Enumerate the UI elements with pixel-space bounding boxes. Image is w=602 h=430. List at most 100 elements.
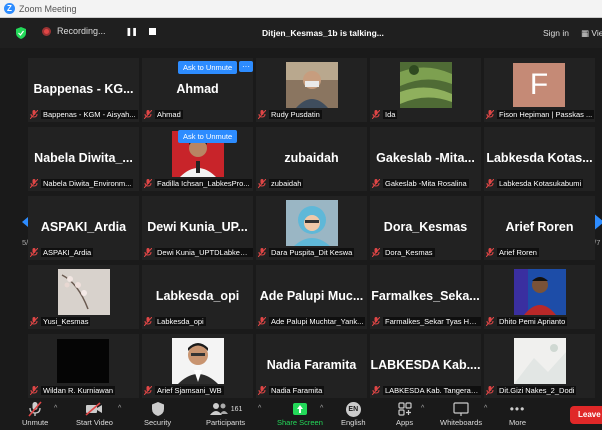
start-video-label: Start Video <box>76 418 113 427</box>
participant-tile[interactable]: Ask to Unmute Fadilla Ichsan_LabkesPro... <box>142 127 253 191</box>
more-options-button[interactable]: ··· <box>239 61 253 72</box>
participant-name: Bappenas - KGM - Aisyah... <box>41 109 138 119</box>
security-button[interactable]: Security <box>144 400 171 427</box>
participant-display-name: Labkesda_opi <box>155 289 240 303</box>
language-button[interactable]: EN English <box>341 400 366 427</box>
whiteboards-button[interactable]: Whiteboards <box>440 400 482 427</box>
language-code: EN <box>348 405 359 413</box>
participant-video <box>285 62 338 108</box>
participant-name: Labkesda Kotasukabumi <box>497 178 584 188</box>
participant-name: Arief Sjamsani_WB <box>155 385 224 395</box>
share-screen-icon <box>292 403 307 415</box>
participant-tile[interactable]: Bappenas - KG... Bappenas - KGM - Aisyah.… <box>28 58 139 122</box>
window-titlebar: Z Zoom Meeting <box>0 0 602 18</box>
participant-name: Nabela Diwita_Environm... <box>41 178 134 188</box>
audio-options-caret-icon[interactable]: ^ <box>54 405 57 412</box>
ask-to-unmute-button[interactable]: Ask to Unmute <box>178 130 238 143</box>
muted-mic-icon <box>144 109 152 119</box>
participants-options-caret-icon[interactable]: ^ <box>258 405 261 412</box>
muted-mic-icon <box>486 247 494 257</box>
participant-name: Dit.Gizi Nakes_2_Dodi <box>497 385 577 395</box>
participants-label: Participants <box>206 418 246 427</box>
participant-tile[interactable]: Rudy Pusdatin <box>256 58 367 122</box>
participant-tile[interactable]: Arief Roren Arief Roren <box>484 196 595 260</box>
participant-tile[interactable]: Ade Palupi Muc... Ade Palupi Muchtar_Yank… <box>256 265 367 329</box>
muted-mic-icon <box>258 385 266 395</box>
apps-button[interactable]: Apps <box>396 400 413 427</box>
whiteboard-icon <box>453 402 469 416</box>
leave-button[interactable]: Leave <box>570 406 602 424</box>
participant-display-name: Bappenas - KG... <box>33 82 134 96</box>
share-screen-label: Share Screen <box>277 418 323 427</box>
muted-mic-icon <box>144 247 152 257</box>
participant-display-name: LABKESDA Kab.... <box>370 358 481 372</box>
participant-name-bar: LABKESDA Kab. Tangerang <box>370 384 481 396</box>
muted-mic-icon <box>144 316 152 326</box>
participant-tile[interactable]: Nadia Faramita Nadia Faramita <box>256 334 367 398</box>
participant-name-bar: Rudy Pusdatin <box>256 108 367 120</box>
participant-name-bar: Arief Sjamsani_WB <box>142 384 253 396</box>
unmute-button[interactable]: Unmute <box>22 400 48 427</box>
participant-tile[interactable]: Farmalkes_Seka... Farmalkes_Sekar Tyas Hu… <box>370 265 481 329</box>
participant-name: Arief Roren <box>497 247 539 257</box>
participant-tile[interactable]: Dit.Gizi Nakes_2_Dodi <box>484 334 595 398</box>
zoom-logo-icon: Z <box>4 3 15 14</box>
participant-tile[interactable]: Wildan R. Kurniawan <box>28 334 139 398</box>
share-options-caret-icon[interactable]: ^ <box>320 405 323 412</box>
ask-to-unmute-button[interactable]: Ask to Unmute <box>178 61 238 74</box>
participant-tile[interactable]: Dewi Kunia_UP... Dewi Kunia_UPTDLabkes_..… <box>142 196 253 260</box>
participant-tile[interactable]: Ask to Unmute ··· Ahmad Ahmad <box>142 58 253 122</box>
participant-tile[interactable]: Dara Puspita_Dit Keswa <box>256 196 367 260</box>
unmute-label: Unmute <box>22 418 49 427</box>
participant-name: Dewi Kunia_UPTDLabkes_... <box>155 247 253 257</box>
participant-name-bar: Labkesda_opi <box>142 315 253 327</box>
participant-name-bar: Dhito Pemi Aprianto <box>484 315 595 327</box>
participants-button[interactable]: 161 Participants <box>206 400 245 427</box>
participant-tile[interactable]: Labkesda_opi Labkesda_opi <box>142 265 253 329</box>
participant-display-name: zubaidah <box>284 151 339 165</box>
participant-tile[interactable]: Arief Sjamsani_WB <box>142 334 253 398</box>
participant-video <box>513 269 566 315</box>
shield-icon[interactable] <box>16 27 26 39</box>
recording-indicator: Recording... ❚❚ <box>42 26 156 36</box>
participant-name: Ida <box>383 109 398 119</box>
participant-tile[interactable]: Gakeslab -Mita... Gakeslab -Mita Rosalina <box>370 127 481 191</box>
stop-recording-icon[interactable] <box>148 27 156 35</box>
participant-tile[interactable]: ASPAKI_Ardia ASPAKI_Ardia <box>28 196 139 260</box>
meeting-topbar: Recording... ❚❚ Ditjen_Kesmas_1b is talk… <box>0 18 602 48</box>
start-video-button[interactable]: Start Video <box>76 400 113 427</box>
participant-name-bar: Farmalkes_Sekar Tyas Hut... <box>370 315 481 327</box>
participant-tile[interactable]: Dora_Kesmas Dora_Kesmas <box>370 196 481 260</box>
more-button[interactable]: ••• More <box>509 400 526 427</box>
apps-options-caret-icon[interactable]: ^ <box>421 405 424 412</box>
muted-mic-icon <box>372 247 380 257</box>
participant-name-bar: Ida <box>370 108 481 120</box>
participant-name: Dhito Pemi Aprianto <box>497 316 568 326</box>
share-screen-button[interactable]: Share Screen <box>277 400 323 427</box>
participant-video <box>399 62 452 108</box>
participant-name-bar: Arief Roren <box>484 246 595 258</box>
participant-display-name: Dora_Kesmas <box>383 220 468 234</box>
participant-video <box>57 269 110 315</box>
muted-mic-icon <box>486 109 494 119</box>
sign-in-link[interactable]: Sign in <box>543 28 569 38</box>
window-title: Zoom Meeting <box>19 3 77 14</box>
participant-tile[interactable]: Dhito Pemi Aprianto <box>484 265 595 329</box>
participant-name: Fison Hepiman | Passkas ... <box>497 109 595 119</box>
participant-tile[interactable]: Labkesda Kotas... Labkesda Kotasukabumi <box>484 127 595 191</box>
language-globe-icon: EN <box>345 401 361 417</box>
participant-tile[interactable]: LABKESDA Kab.... LABKESDA Kab. Tangerang <box>370 334 481 398</box>
video-options-caret-icon[interactable]: ^ <box>118 405 121 412</box>
participant-tile[interactable]: zubaidah zubaidah <box>256 127 367 191</box>
participant-name: Dora_Kesmas <box>383 247 435 257</box>
participant-name-bar: Dora_Kesmas <box>370 246 481 258</box>
participant-tile[interactable]: Nabela Diwita_... Nabela Diwita_Environm.… <box>28 127 139 191</box>
participant-tile[interactable]: Yusi_Kesmas <box>28 265 139 329</box>
participant-tile[interactable]: F Fison Hepiman | Passkas ... <box>484 58 595 122</box>
whiteboards-options-caret-icon[interactable]: ^ <box>484 405 487 412</box>
muted-mic-icon <box>486 316 494 326</box>
participant-tile[interactable]: Ida <box>370 58 481 122</box>
view-button[interactable]: ▦ View <box>581 28 602 39</box>
pause-recording-icon[interactable]: ❚❚ <box>126 27 138 36</box>
participant-name-bar: Yusi_Kesmas <box>28 315 139 327</box>
